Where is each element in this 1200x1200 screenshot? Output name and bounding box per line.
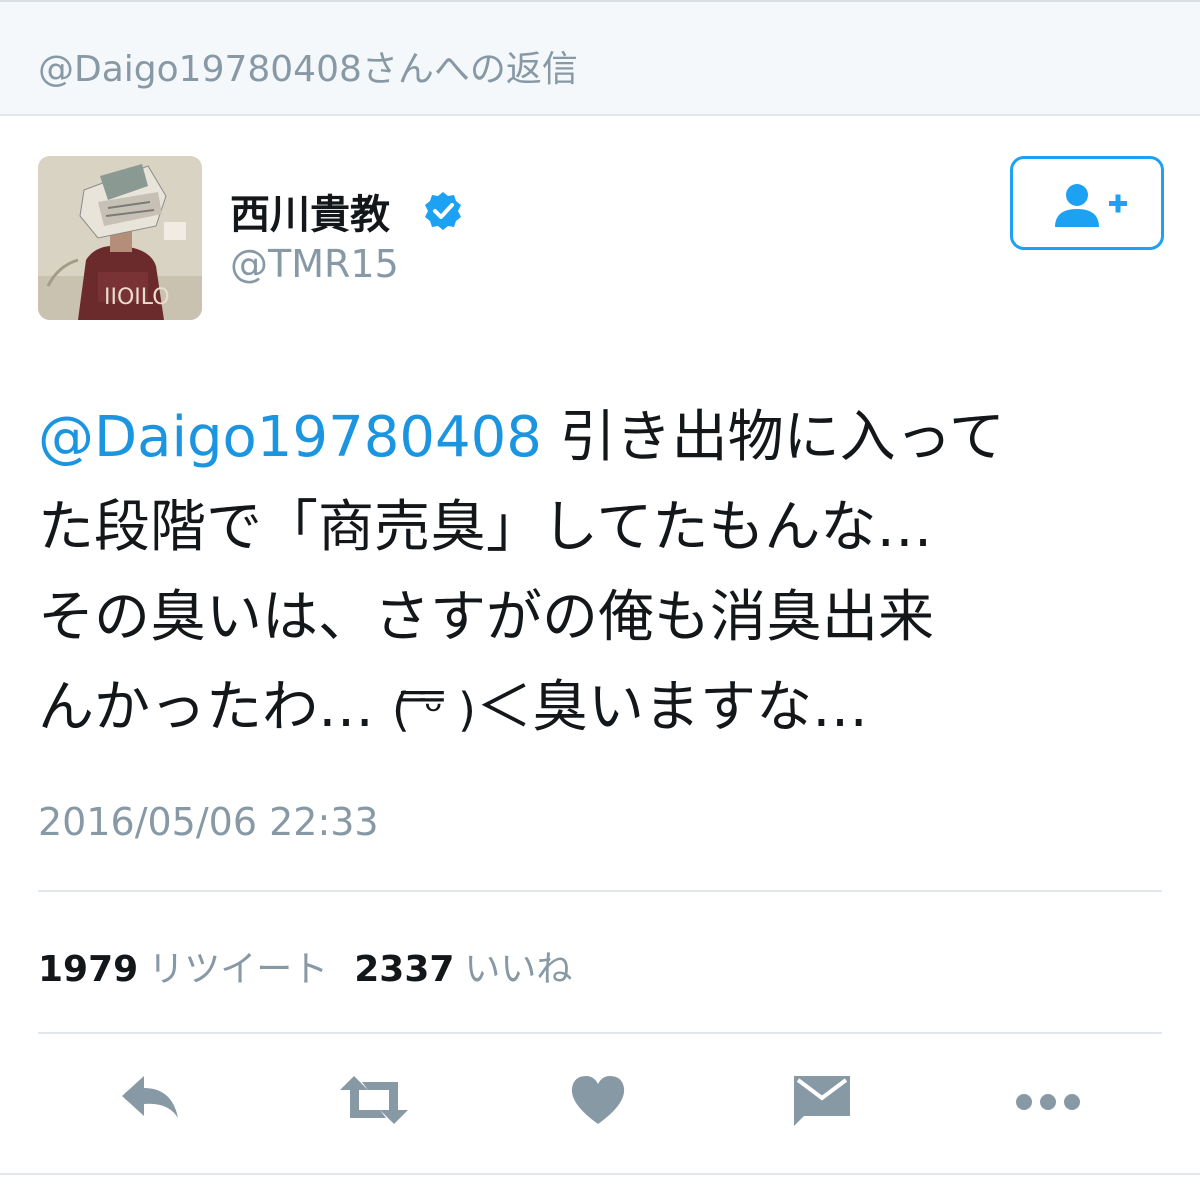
tweet-line-4: んかったわ… ( ̿ᵕ̿ )＜臭いますな… bbox=[38, 663, 1162, 755]
tweet-text: @Daigo19780408 引き出物に入って た段階で「商売臭」してたもんな…… bbox=[38, 393, 1162, 755]
retweet-icon bbox=[340, 1076, 408, 1124]
envelope-icon bbox=[794, 1076, 850, 1126]
mention-link[interactable]: @Daigo19780408 bbox=[38, 405, 542, 470]
avatar[interactable]: IIOILO bbox=[38, 156, 202, 320]
more-button[interactable] bbox=[1010, 1072, 1080, 1136]
heart-icon bbox=[571, 1076, 625, 1124]
tweet-timestamp[interactable]: 2016/05/06 22:33 bbox=[38, 800, 379, 844]
follow-button[interactable] bbox=[1010, 156, 1164, 250]
retweet-button[interactable] bbox=[336, 1072, 408, 1136]
direct-message-button[interactable] bbox=[790, 1072, 860, 1136]
reply-context-bar: @Daigo19780408さんへの返信 bbox=[0, 0, 1200, 116]
reply-context-text: @Daigo19780408さんへの返信 bbox=[38, 49, 578, 90]
retweet-label[interactable]: リツイート bbox=[148, 949, 328, 990]
tweet-line-2: た段階で「商売臭」してたもんな… bbox=[38, 495, 933, 560]
reply-icon bbox=[122, 1076, 178, 1118]
divider bbox=[38, 1032, 1162, 1034]
kaomoji: ( ̿ᵕ̿ ) bbox=[391, 683, 476, 737]
tweet-line-3: その臭いは、さすがの俺も消臭出来 bbox=[38, 585, 934, 650]
verified-badge-icon bbox=[425, 192, 461, 230]
svg-text:IIOILO: IIOILO bbox=[104, 285, 170, 310]
tweet-line-4-text-a: んかったわ… bbox=[38, 675, 392, 740]
display-name[interactable]: 西川貴教 bbox=[230, 182, 390, 240]
tweet-line-1-text: 引き出物に入って bbox=[541, 405, 1005, 470]
username[interactable]: @TMR15 bbox=[230, 242, 399, 286]
tweet-stats: 1979 リツイート 2337 いいね bbox=[38, 940, 572, 992]
like-label[interactable]: いいね bbox=[464, 949, 572, 990]
tweet-line-1: @Daigo19780408 引き出物に入って bbox=[38, 393, 1162, 483]
avatar-image: IIOILO bbox=[38, 156, 202, 320]
reply-button[interactable] bbox=[118, 1072, 188, 1136]
more-icon bbox=[1016, 1094, 1080, 1110]
divider bbox=[0, 1173, 1200, 1175]
tweet-line-4-text-b: ＜臭いますな… bbox=[475, 675, 868, 740]
like-count[interactable]: 2337 bbox=[354, 949, 454, 990]
retweet-count[interactable]: 1979 bbox=[38, 949, 138, 990]
like-button[interactable] bbox=[566, 1072, 636, 1136]
divider bbox=[38, 890, 1162, 892]
add-user-icon bbox=[1055, 184, 1127, 227]
